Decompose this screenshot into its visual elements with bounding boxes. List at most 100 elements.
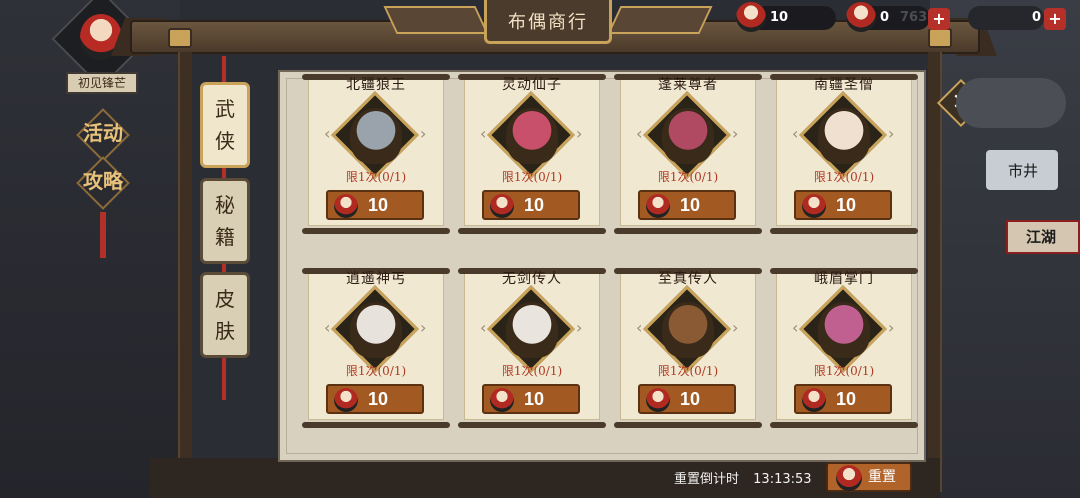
- tab-rope: [222, 264, 226, 272]
- tab-label: 秘: [215, 193, 235, 217]
- tab-rope: [222, 56, 226, 82]
- reset-button-label: 重置: [868, 469, 896, 485]
- chevron-left-icon: ‹: [636, 318, 643, 337]
- item-name: 峨眉掌门: [814, 271, 874, 287]
- shop-item-card[interactable]: 逍遥神丐 ‹ › 限1次(0/1) 10: [302, 266, 450, 432]
- beam-ornament-icon: [928, 28, 952, 48]
- shop-title-plaque: 布偶商行: [484, 0, 612, 44]
- item-name: 北疆狼王: [346, 77, 406, 93]
- guide-label: 攻略: [83, 169, 123, 193]
- scroll-rod: [302, 422, 450, 428]
- purchase-limit: 限1次(0/1): [813, 364, 875, 378]
- title-wing-right: [607, 6, 713, 34]
- tassel-icon: [100, 212, 106, 258]
- player-title-badge: 初见锋芒: [66, 72, 138, 94]
- currency-value: 0: [1032, 10, 1042, 25]
- add-currency-button[interactable]: +: [928, 8, 950, 30]
- tab-label: 武: [215, 97, 235, 121]
- frame-post-left: [178, 52, 192, 492]
- currency-puppet-token: 10: [736, 2, 836, 32]
- chevron-right-icon: ›: [732, 124, 739, 143]
- reset-button[interactable]: 重置: [826, 462, 912, 492]
- tab-miji[interactable]: 秘 籍: [200, 178, 250, 264]
- chevron-left-icon: ‹: [324, 318, 331, 337]
- item-price: 10: [836, 195, 857, 215]
- reset-countdown-label: 重置倒计时: [674, 472, 740, 487]
- tab-label: 籍: [215, 225, 235, 249]
- tab-label: 侠: [215, 129, 235, 153]
- currency-secondary: 0: [968, 6, 1044, 30]
- buy-button[interactable]: 10: [482, 384, 580, 414]
- shop-item-card[interactable]: 灵动仙子 ‹ › 限1次(0/1) 10: [458, 72, 606, 238]
- item-price: 10: [524, 389, 545, 409]
- item-price: 10: [680, 389, 701, 409]
- chevron-left-icon: ‹: [792, 318, 799, 337]
- character-portrait: [818, 302, 870, 358]
- chevron-right-icon: ›: [420, 124, 427, 143]
- beam-ornament-icon: [168, 28, 192, 48]
- map-label-market: 市井: [1008, 162, 1039, 180]
- character-portrait: [818, 108, 870, 164]
- shop-item-card[interactable]: 蓬莱尊者 ‹ › 限1次(0/1) 10: [614, 72, 762, 238]
- scroll-rod: [770, 422, 918, 428]
- item-price: 10: [680, 195, 701, 215]
- tab-tassel-icon: [222, 358, 226, 400]
- tab-label: 皮: [215, 287, 235, 311]
- tab-wuxia[interactable]: 武 侠: [200, 82, 250, 168]
- item-name: 无剑传人: [502, 271, 562, 287]
- buy-button[interactable]: 10: [794, 384, 892, 414]
- buy-button[interactable]: 10: [482, 190, 580, 220]
- puppet-head-icon: [846, 2, 876, 32]
- buy-button[interactable]: 10: [638, 384, 736, 414]
- chevron-right-icon: ›: [576, 124, 583, 143]
- chevron-left-icon: ‹: [792, 124, 799, 143]
- character-portrait: [506, 108, 558, 164]
- currency-value: 0: [880, 10, 890, 25]
- item-name: 至真传人: [658, 271, 718, 287]
- chevron-left-icon: ‹: [636, 124, 643, 143]
- item-price: 10: [368, 195, 389, 215]
- purchase-limit: 限1次(0/1): [501, 170, 563, 184]
- chevron-right-icon: ›: [576, 318, 583, 337]
- buy-button[interactable]: 10: [638, 190, 736, 220]
- item-price: 10: [524, 195, 545, 215]
- scroll-rod: [770, 228, 918, 234]
- character-portrait: [662, 108, 714, 164]
- scroll-rod: [458, 422, 606, 428]
- item-name: 蓬莱尊者: [658, 77, 718, 93]
- puppet-token-icon: [802, 194, 826, 218]
- event-label: 活动: [83, 121, 123, 145]
- puppet-token-icon: [736, 2, 766, 32]
- character-portrait: [350, 302, 402, 358]
- chevron-left-icon: ‹: [480, 318, 487, 337]
- puppet-token-icon: [490, 194, 514, 218]
- shop-item-card[interactable]: 至真传人 ‹ › 限1次(0/1) 10: [614, 266, 762, 432]
- event-guide-button[interactable]: 活动 攻略: [76, 108, 130, 258]
- shop-item-card[interactable]: 南疆圣僧 ‹ › 限1次(0/1) 10: [770, 72, 918, 238]
- shop-item-card[interactable]: 无剑传人 ‹ › 限1次(0/1) 10: [458, 266, 606, 432]
- purchase-limit: 限1次(0/1): [345, 170, 407, 184]
- purchase-limit: 限1次(0/1): [813, 170, 875, 184]
- chevron-right-icon: ›: [420, 318, 427, 337]
- buy-button[interactable]: 10: [794, 190, 892, 220]
- buy-button[interactable]: 10: [326, 384, 424, 414]
- frame-bottom-bar: [150, 458, 940, 498]
- chevron-right-icon: ›: [888, 124, 895, 143]
- purchase-limit: 限1次(0/1): [657, 364, 719, 378]
- tab-pifu[interactable]: 皮 肤: [200, 272, 250, 358]
- puppet-token-icon: [646, 388, 670, 412]
- chevron-left-icon: ‹: [324, 124, 331, 143]
- tab-label: 肤: [215, 319, 235, 343]
- item-price: 10: [368, 389, 389, 409]
- purchase-limit: 限1次(0/1): [345, 364, 407, 378]
- title-wing-left: [383, 6, 489, 34]
- shop-item-card[interactable]: 北疆狼王 ‹ › 限1次(0/1) 10: [302, 72, 450, 238]
- buy-button[interactable]: 10: [326, 190, 424, 220]
- add-currency-button[interactable]: +: [1044, 8, 1066, 30]
- currency-value: 763: [900, 10, 928, 25]
- item-name: 灵动仙子: [502, 77, 562, 93]
- item-name: 逍遥神丐: [346, 271, 406, 287]
- character-portrait: [662, 302, 714, 358]
- shop-item-card[interactable]: 峨眉掌门 ‹ › 限1次(0/1) 10: [770, 266, 918, 432]
- currency-value: 10: [770, 10, 789, 25]
